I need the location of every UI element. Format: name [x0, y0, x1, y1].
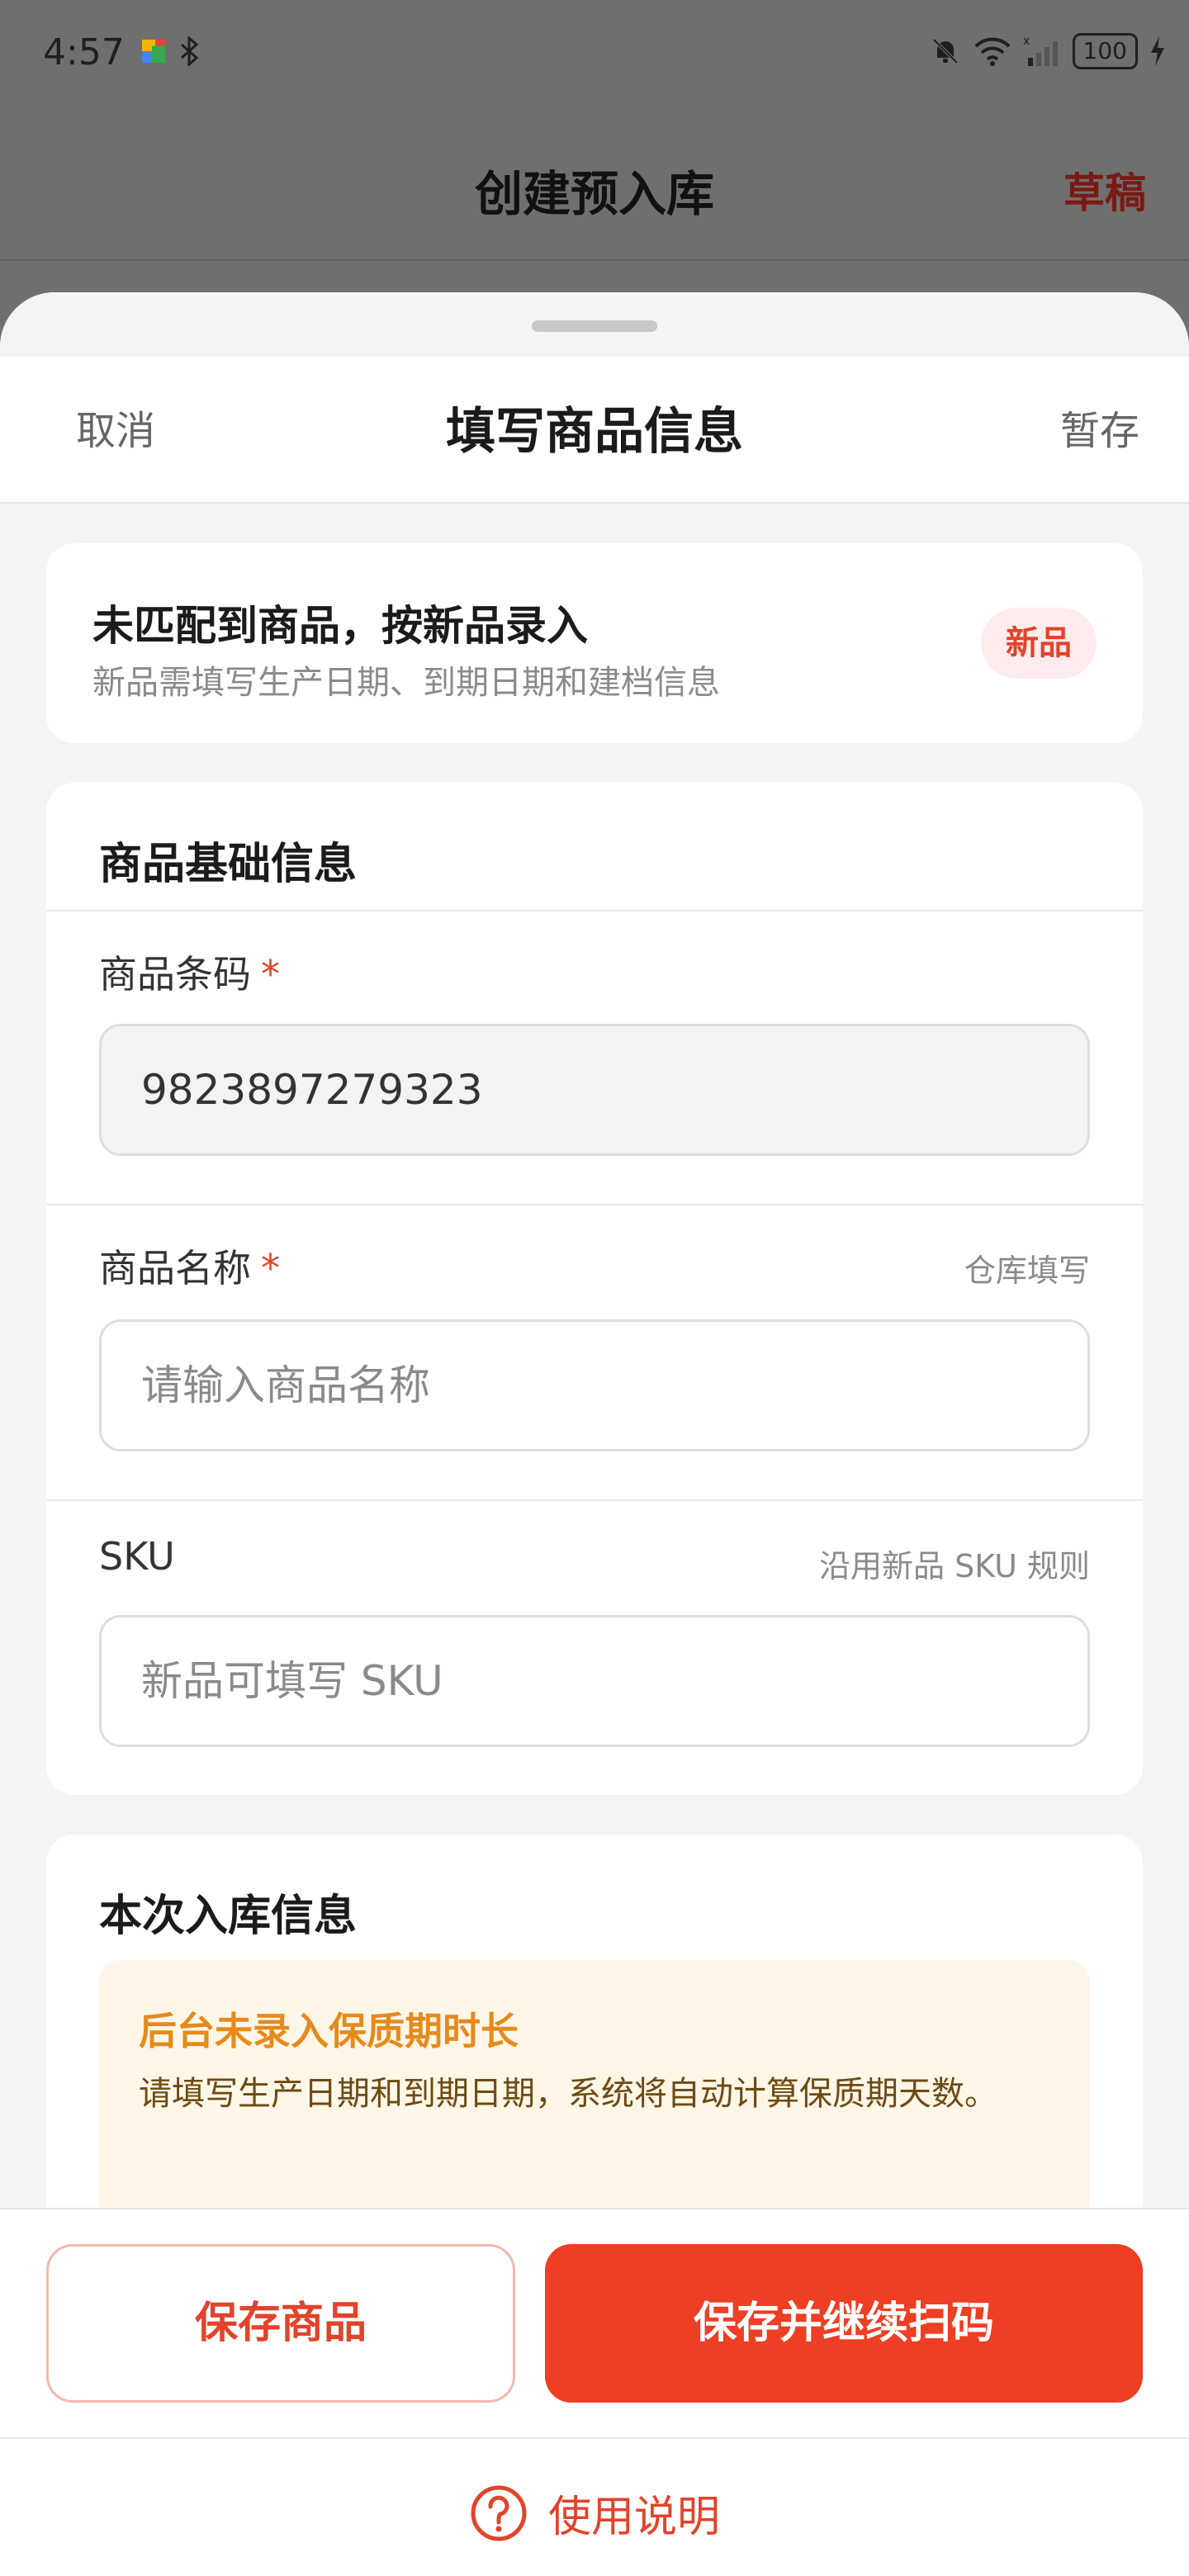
bluetooth-icon — [181, 36, 199, 66]
inbound-info-title: 本次入库信息 — [99, 1892, 358, 1941]
required-mark: * — [261, 1246, 280, 1290]
new-product-badge: 新品 — [981, 608, 1097, 679]
warning-title: 后台未录入保质期时长 — [139, 2009, 519, 2053]
notice-subtitle: 新品需填写生产日期、到期日期和建档信息 — [92, 664, 720, 702]
bottom-action-bar: 保存商品 保存并继续扫码 使用说明 — [0, 2208, 1189, 2576]
page-header: 创建预入库 草稿 — [0, 116, 1189, 261]
battery-indicator: 100 — [1072, 33, 1138, 69]
save-and-continue-button[interactable]: 保存并继续扫码 — [545, 2244, 1143, 2403]
drag-handle[interactable] — [532, 320, 657, 332]
sheet-title: 填写商品信息 — [446, 403, 743, 461]
sheet-header: 取消 填写商品信息 暂存 — [0, 357, 1189, 504]
product-name-label-text: 商品名称 — [99, 1246, 251, 1290]
charging-icon — [1151, 36, 1164, 66]
basic-info-card: 商品基础信息 商品条码* 商品名称* 仓库填写 SKU 沿用新品 SKU 规则 — [46, 783, 1143, 1795]
status-time: 4:57 — [43, 31, 125, 73]
sheet-content: 未匹配到商品，按新品录入 新品需填写生产日期、到期日期和建档信息 新品 商品基础… — [46, 543, 1143, 2370]
field-divider — [46, 1204, 1143, 1205]
sheet-handle-area[interactable] — [0, 292, 1189, 357]
save-temp-button[interactable]: 暂存 — [1060, 398, 1139, 456]
sku-input[interactable] — [99, 1615, 1090, 1747]
required-mark: * — [261, 952, 280, 997]
field-divider — [46, 1499, 1143, 1501]
help-circle-icon — [471, 2485, 527, 2540]
product-name-label: 商品名称 * — [99, 1238, 280, 1293]
mute-bell-icon — [932, 38, 958, 64]
unmatched-notice-card: 未匹配到商品，按新品录入 新品需填写生产日期、到期日期和建档信息 新品 — [46, 543, 1143, 743]
status-bar: 4:57 x 100 — [0, 0, 1189, 116]
shelf-life-warning: 后台未录入保质期时长 请填写生产日期和到期日期，系统将自动计算保质期天数。 — [99, 1960, 1090, 2224]
sku-label: SKU — [99, 1534, 175, 1579]
help-label: 使用说明 — [547, 2493, 720, 2542]
svg-text:x: x — [1023, 35, 1030, 48]
warning-body: 请填写生产日期和到期日期，系统将自动计算保质期天数。 — [139, 2075, 997, 2113]
product-info-sheet: 取消 填写商品信息 暂存 未匹配到商品，按新品录入 新品需填写生产日期、到期日期… — [0, 292, 1189, 2576]
wifi-icon — [974, 37, 1010, 66]
save-product-button[interactable]: 保存商品 — [46, 2244, 515, 2403]
status-right-icons: x 100 — [929, 33, 1166, 69]
product-name-input[interactable] — [99, 1319, 1090, 1451]
notice-title: 未匹配到商品，按新品录入 — [92, 602, 588, 650]
app-notification-icon — [142, 40, 165, 63]
draft-button[interactable]: 草稿 — [1063, 160, 1146, 220]
product-name-hint: 仓库填写 — [964, 1252, 1090, 1289]
sku-hint: 沿用新品 SKU 规则 — [819, 1548, 1090, 1584]
barcode-input[interactable] — [99, 1024, 1090, 1156]
signal-icon: x — [1023, 35, 1058, 66]
barcode-label-text: 商品条码 — [99, 952, 251, 997]
section-divider — [46, 910, 1143, 912]
header-divider — [0, 259, 1189, 261]
barcode-label: 商品条码 * — [99, 945, 280, 999]
bottom-divider — [0, 2437, 1189, 2439]
help-link[interactable]: 使用说明 — [0, 2482, 1189, 2544]
page-title: 创建预入库 — [474, 166, 714, 222]
basic-info-title: 商品基础信息 — [99, 840, 358, 889]
status-left-icons — [139, 36, 201, 66]
